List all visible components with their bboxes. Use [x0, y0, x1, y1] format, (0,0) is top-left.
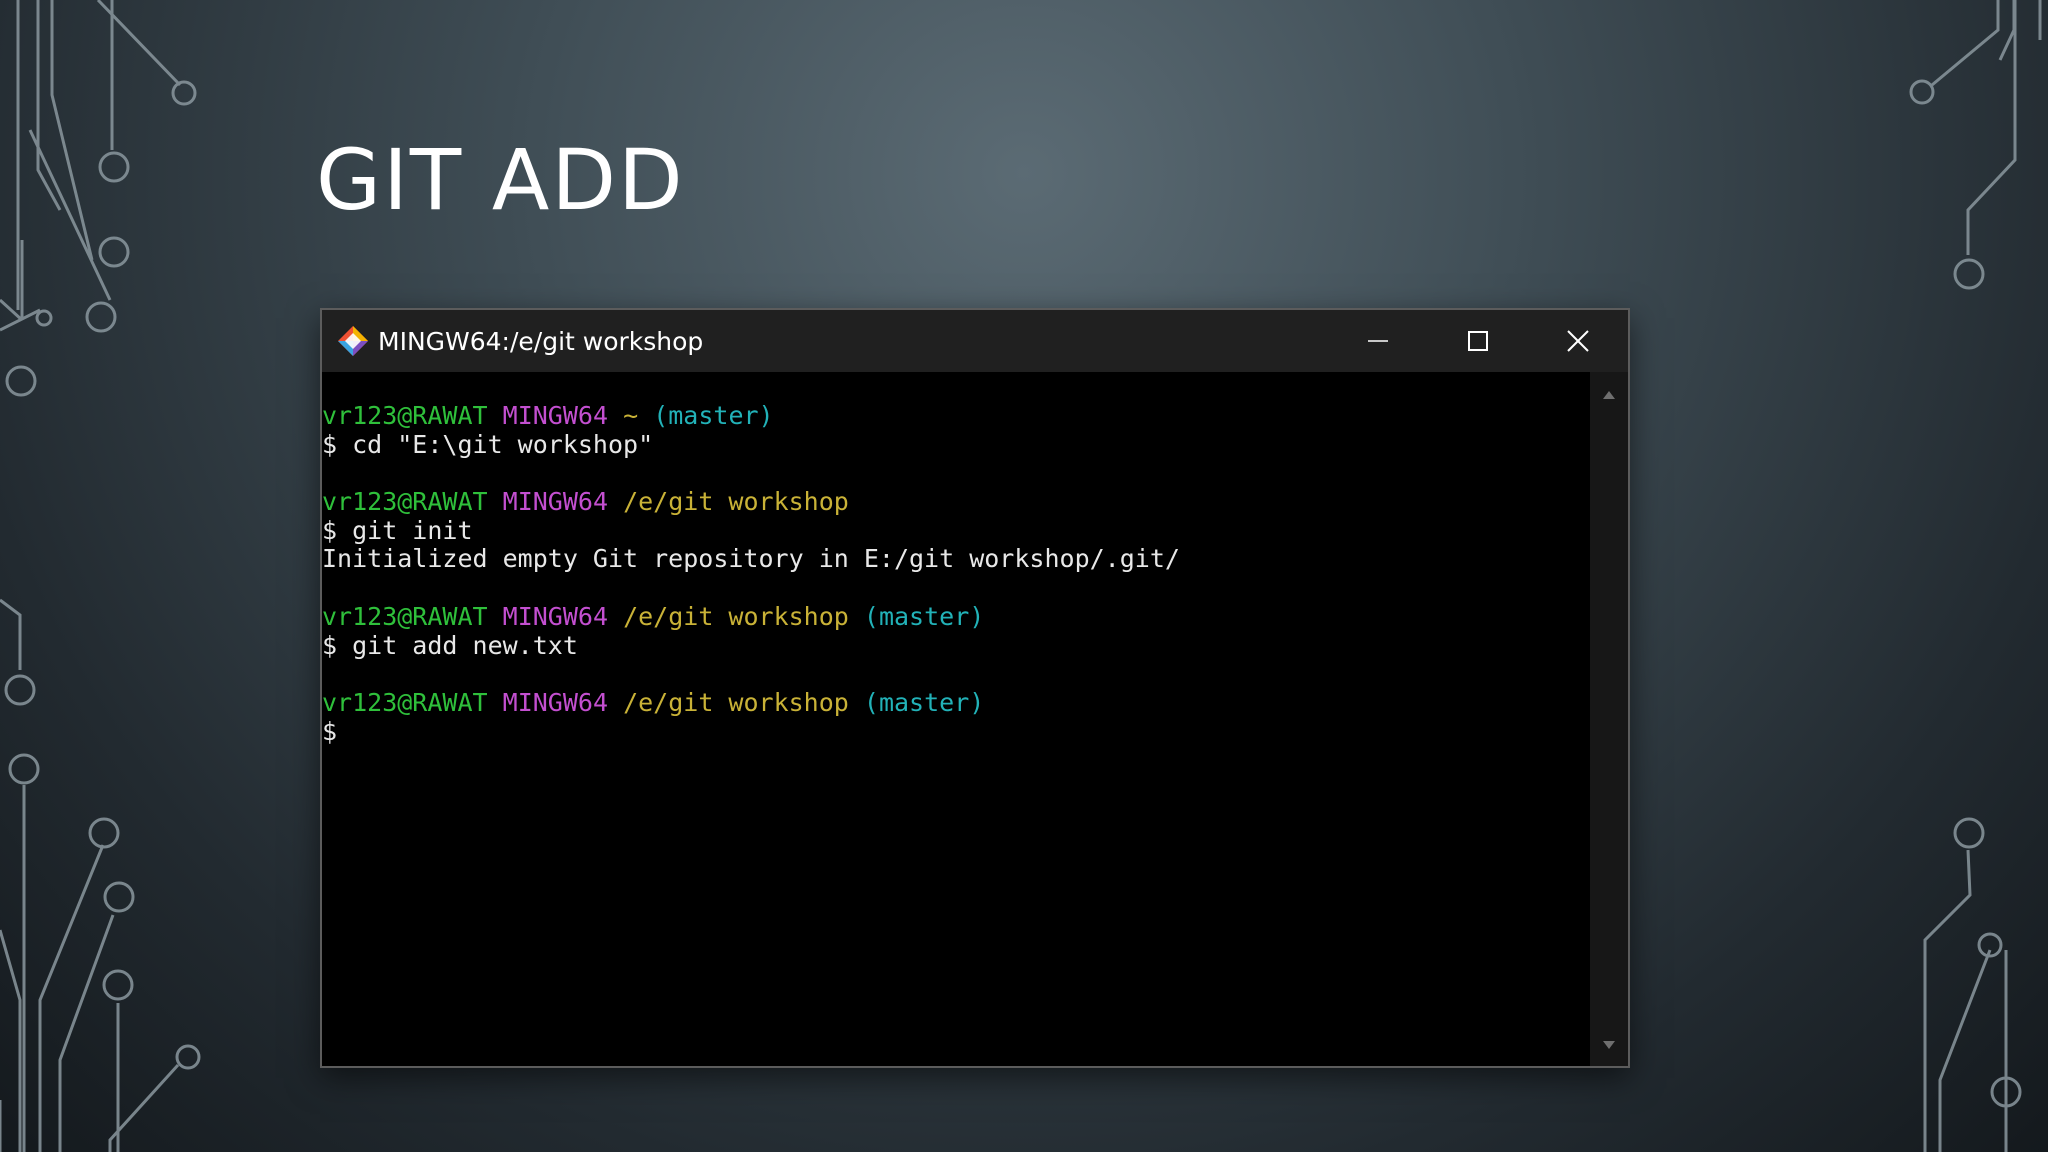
command-line: $ git add new.txt [322, 630, 578, 660]
prompt-user-host: vr123@RAWAT [322, 487, 488, 517]
terminal-output[interactable]: vr123@RAWAT MINGW64 ~ (master) $ cd "E:\… [322, 372, 1592, 1066]
minimize-icon [1368, 340, 1388, 342]
prompt-system: MINGW64 [502, 687, 608, 717]
prompt-path: ~ [623, 401, 639, 430]
vertical-scrollbar[interactable] [1590, 372, 1628, 1066]
git-bash-icon [338, 326, 368, 356]
prompt-path: /e/git workshop [623, 601, 849, 631]
scroll-down-arrow-icon[interactable] [1590, 1036, 1628, 1056]
window-title: MINGW64:/e/git workshop [378, 326, 704, 356]
prompt-branch: (master) [653, 401, 774, 430]
prompt-system: MINGW64 [502, 401, 608, 430]
command-line: $ git init [322, 515, 473, 545]
prompt-line: vr123@RAWAT MINGW64 /e/git workshop (mas… [322, 687, 1592, 718]
prompt-branch: (master) [863, 601, 985, 631]
prompt-line: vr123@RAWAT MINGW64 ~ (master) [322, 401, 1592, 431]
scroll-up-arrow-icon[interactable] [1590, 384, 1628, 404]
minimize-button[interactable] [1328, 310, 1428, 372]
prompt-branch: (master) [863, 687, 985, 717]
prompt-path: /e/git workshop [623, 487, 849, 517]
command-output: Initialized empty Git repository in E:/g… [322, 544, 1180, 574]
window-controls [1328, 310, 1628, 372]
window-titlebar[interactable]: MINGW64:/e/git workshop [322, 310, 1628, 372]
prompt-line: vr123@RAWAT MINGW64 /e/git workshop [322, 487, 1592, 517]
prompt-path: /e/git workshop [623, 687, 849, 717]
terminal-window[interactable]: MINGW64:/e/git workshop vr123@RAWAT MING… [320, 308, 1630, 1068]
command-line: $ cd "E:\git workshop" [322, 429, 654, 459]
prompt-system: MINGW64 [502, 487, 608, 517]
command-prompt-current[interactable]: $ [322, 717, 1592, 747]
slide-title: GIT ADD [316, 131, 685, 229]
prompt-user-host: vr123@RAWAT [322, 687, 488, 717]
maximize-button[interactable] [1428, 310, 1528, 372]
prompt-user-host: vr123@RAWAT [322, 601, 488, 631]
prompt-system: MINGW64 [502, 601, 608, 631]
close-button[interactable] [1528, 310, 1628, 372]
prompt-line: vr123@RAWAT MINGW64 /e/git workshop (mas… [322, 601, 1592, 632]
prompt-user-host: vr123@RAWAT [322, 401, 488, 430]
close-icon [1567, 330, 1589, 352]
maximize-icon [1468, 331, 1488, 351]
